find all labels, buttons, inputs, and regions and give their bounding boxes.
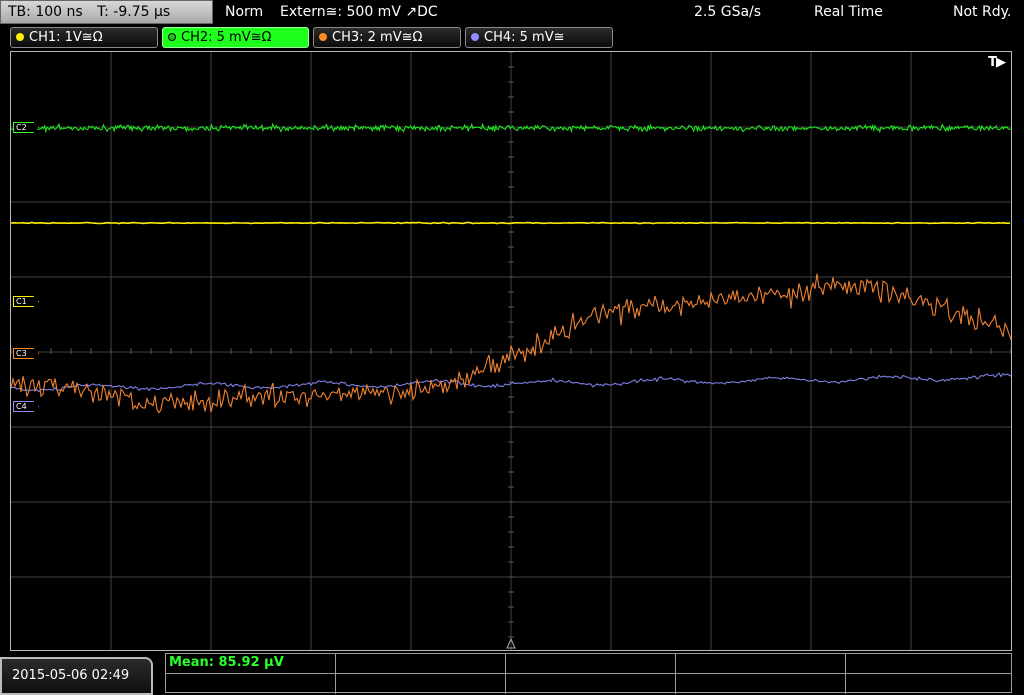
channel-2-label: CH2: 5 mV≅Ω: [181, 30, 272, 45]
measurement-cell[interactable]: [676, 654, 846, 674]
mean-measurement: Mean: 85.92 µV: [169, 655, 284, 670]
channel-4-tab[interactable]: CH4: 5 mV≅: [465, 27, 613, 48]
measurement-table[interactable]: Mean: 85.92 µV: [165, 653, 1012, 694]
waveform-canvas: [11, 52, 1011, 650]
timebase-label: TB: 100 ns: [8, 4, 83, 20]
trigger-marker[interactable]: T▶: [988, 55, 1006, 70]
channel-4-dot-icon: [471, 33, 479, 41]
measurement-cell[interactable]: [506, 674, 676, 694]
status-bar: TB: 100 ns T: -9.75 µs Norm Extern≅: 500…: [0, 0, 1024, 25]
acquisition-mode[interactable]: Norm: [225, 0, 263, 24]
waveform-display[interactable]: C2 C1 C3 C4 T▶: [10, 51, 1012, 651]
channel-1-dot-icon: [16, 33, 24, 41]
timebase-display[interactable]: TB: 100 ns T: -9.75 µs: [0, 0, 213, 24]
channel-2-tab[interactable]: CH2: 5 mV≅Ω: [162, 27, 309, 48]
channel-1-label: CH1: 1V≅Ω: [29, 30, 103, 45]
measurement-cell[interactable]: [846, 654, 1012, 674]
trigger-source[interactable]: Extern≅: 500 mV ↗DC: [280, 0, 438, 24]
trigger-time-label: T: -9.75 µs: [97, 4, 171, 20]
measurement-cell[interactable]: [846, 674, 1012, 694]
measurement-cell[interactable]: [676, 674, 846, 694]
measurement-cell[interactable]: [506, 654, 676, 674]
channel-3-tab[interactable]: CH3: 2 mV≅Ω: [313, 27, 461, 48]
channel-tabs: CH1: 1V≅Ω CH2: 5 mV≅Ω CH3: 2 mV≅Ω CH4: 5…: [10, 27, 614, 48]
bottom-bar: 2015-05-06 02:49 Mean: 85.92 µV: [0, 653, 1024, 695]
acquisition-type[interactable]: Real Time: [814, 0, 883, 24]
channel-1-tab[interactable]: CH1: 1V≅Ω: [10, 27, 158, 48]
channel-1-trace: [11, 221, 1011, 225]
datetime-display: 2015-05-06 02:49: [0, 657, 153, 695]
measurement-cell[interactable]: [336, 674, 506, 694]
channel-3-label: CH3: 2 mV≅Ω: [332, 30, 423, 45]
channel-2-dot-icon: [168, 33, 176, 41]
measurement-cell[interactable]: Mean: 85.92 µV: [166, 654, 336, 674]
graticule: [11, 52, 1011, 650]
measurement-cell[interactable]: [166, 674, 336, 694]
channel-4-label: CH4: 5 mV≅: [484, 30, 565, 45]
sample-rate[interactable]: 2.5 GSa/s: [694, 0, 761, 24]
channel-3-dot-icon: [319, 33, 327, 41]
status-indicator: Not Rdy.: [953, 4, 1012, 20]
measurement-cell[interactable]: [336, 654, 506, 674]
